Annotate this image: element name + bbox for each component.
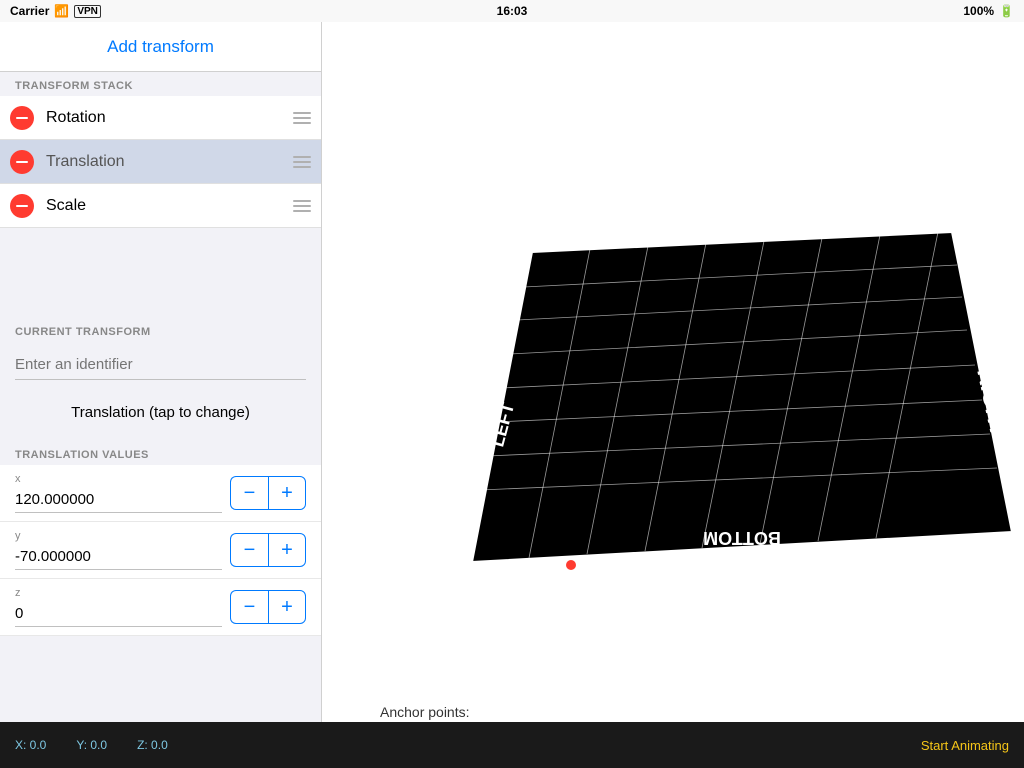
y-value-row: y − +: [0, 522, 321, 579]
add-transform-button[interactable]: Add transform: [0, 22, 321, 72]
svg-text:TOP: TOP: [694, 198, 759, 234]
scale-drag-handle[interactable]: [293, 200, 311, 212]
transform-type-button[interactable]: Translation (tap to change): [15, 394, 306, 431]
status-left: Carrier 📶 VPN: [10, 4, 101, 18]
z-increment-button[interactable]: +: [268, 590, 306, 624]
x-value-controls: − +: [230, 476, 306, 510]
start-animating-button[interactable]: Start Animating: [921, 738, 1009, 753]
x-value-row: x − +: [0, 465, 321, 522]
transform-item-rotation: Rotation: [0, 96, 321, 140]
z-value-input[interactable]: [15, 601, 222, 627]
transform-item-translation[interactable]: Translation: [0, 140, 321, 184]
anchor-z0-label: Z: 0.0: [137, 738, 168, 752]
main-canvas[interactable]: TOP BOTTOM LEFT RIGHT: [322, 22, 1024, 768]
anchor-y0-label: Y: 0.0: [76, 738, 107, 752]
y-axis-label: y: [15, 530, 27, 542]
translation-label: Translation: [46, 153, 293, 171]
remove-translation-button[interactable]: [10, 150, 34, 174]
rotation-label: Rotation: [46, 109, 293, 127]
canvas-content: TOP BOTTOM LEFT RIGHT: [322, 22, 1024, 768]
left-panel: Add transform TRANSFORM STACK Rotation T…: [0, 22, 322, 768]
x-value-input[interactable]: [15, 487, 222, 513]
svg-text:BOTTOM: BOTTOM: [703, 528, 781, 548]
y-decrement-button[interactable]: −: [230, 533, 268, 567]
y-value-controls: − +: [230, 533, 306, 567]
rotation-drag-handle[interactable]: [293, 112, 311, 124]
anchor-points-label: Anchor points:: [380, 704, 470, 720]
remove-rotation-button[interactable]: [10, 106, 34, 130]
scale-label: Scale: [46, 197, 293, 215]
x-increment-button[interactable]: +: [268, 476, 306, 510]
battery-label: 100%: [963, 4, 994, 18]
transform-stack-header: TRANSFORM STACK: [0, 72, 321, 96]
stack-spacer: [0, 228, 321, 318]
z-axis-label: z: [15, 587, 27, 599]
add-transform-label: Add transform: [107, 37, 214, 57]
translation-values-header: TRANSLATION VALUES: [0, 441, 321, 465]
red-dot-indicator: [566, 560, 576, 570]
x-axis-label: x: [15, 473, 27, 485]
battery-icon: 🔋: [999, 4, 1014, 18]
vpn-badge: VPN: [74, 5, 101, 18]
carrier-label: Carrier: [10, 4, 49, 18]
3d-grid-visualization: TOP BOTTOM LEFT RIGHT: [322, 22, 1024, 768]
x-decrement-button[interactable]: −: [230, 476, 268, 510]
status-bar: Carrier 📶 VPN 16:03 100% 🔋: [0, 0, 1024, 22]
y-value-input[interactable]: [15, 544, 222, 570]
z-value-row: z − +: [0, 579, 321, 636]
status-time: 16:03: [497, 4, 528, 18]
remove-scale-button[interactable]: [10, 194, 34, 218]
wifi-icon: 📶: [54, 4, 69, 18]
current-transform-section: Translation (tap to change): [0, 342, 321, 441]
z-decrement-button[interactable]: −: [230, 590, 268, 624]
translation-drag-handle[interactable]: [293, 156, 311, 168]
y-increment-button[interactable]: +: [268, 533, 306, 567]
transform-item-scale: Scale: [0, 184, 321, 228]
bottom-bar: X: 0.0 Y: 0.0 Z: 0.0 Start Animating: [0, 722, 1024, 768]
status-right: 100% 🔋: [963, 4, 1014, 18]
z-value-controls: − +: [230, 590, 306, 624]
anchor-x0-label: X: 0.0: [15, 738, 46, 752]
identifier-input[interactable]: [15, 350, 306, 380]
current-transform-header: CURRENT TRANSFORM: [0, 318, 321, 342]
